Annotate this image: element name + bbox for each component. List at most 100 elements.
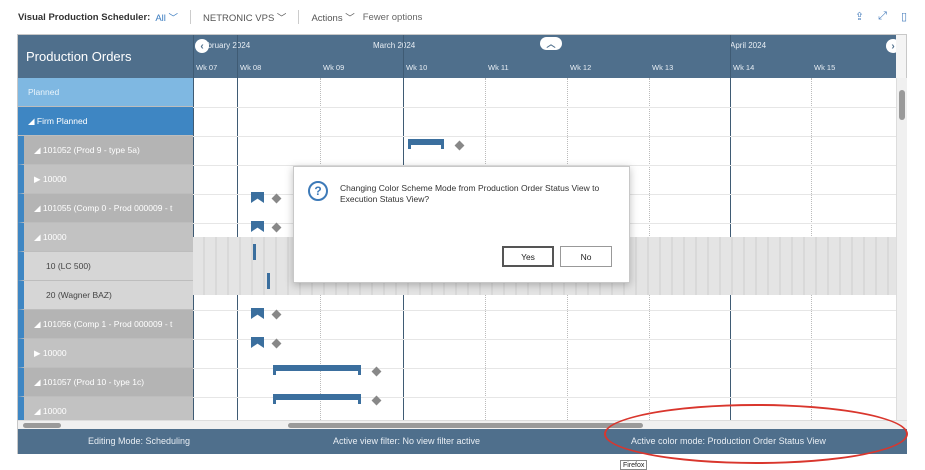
expand-icon[interactable]: ◢ (34, 203, 43, 214)
divider (190, 10, 192, 24)
fewer-options-link[interactable]: Fewer options (363, 12, 423, 23)
view-filter-value: All (155, 13, 166, 24)
list-item[interactable]: ◢ 101056 (Comp 1 - Prod 000009 - t (18, 310, 193, 339)
scroll-right-icon[interactable]: › (886, 39, 896, 53)
no-button[interactable]: No (560, 246, 612, 267)
order-flag[interactable] (251, 221, 264, 232)
dialog-message: Changing Color Scheme Mode from Producti… (340, 183, 600, 204)
end-marker (271, 309, 282, 320)
grid-divider (730, 35, 731, 420)
row-line (193, 136, 896, 137)
scroll-thumb[interactable] (899, 90, 905, 120)
week-label: Wk 13 (652, 63, 674, 72)
actions-menu[interactable]: Actions ﹀ (311, 10, 354, 24)
grid-divider (193, 35, 194, 420)
row-label: 101057 (Prod 10 - type 1c) (42, 377, 145, 387)
production-orders-header: Production Orders (18, 35, 193, 78)
expand-icon[interactable]: ◢ (28, 116, 37, 127)
row-label: 10000 (42, 406, 67, 416)
view-filter-dropdown[interactable]: All ﹀ (155, 10, 178, 24)
month-label: ebruary 2024 (203, 41, 251, 50)
scroll-left-icon[interactable]: ‹ (195, 39, 209, 53)
list-item[interactable]: 10 (LC 500) (18, 252, 193, 281)
row-label: 101056 (Comp 1 - Prod 000009 - t (42, 319, 173, 329)
bookmark-icon[interactable]: ▯ (901, 10, 907, 23)
editing-mode-status: Editing Mode: Scheduling (88, 436, 191, 446)
timeline-header: ebruary 2024 March 2024 April 2024 Wk 07… (193, 35, 896, 78)
row-label: 20 (Wagner BAZ) (46, 290, 112, 300)
confirm-dialog: ? Changing Color Scheme Mode from Produc… (293, 166, 630, 283)
scroll-thumb[interactable] (288, 423, 643, 428)
operation-bar[interactable] (267, 273, 270, 289)
expand-icon[interactable]: ◢ (34, 319, 43, 330)
question-icon: ? (308, 181, 328, 201)
end-marker (271, 222, 282, 233)
netronic-menu-label: NETRONIC VPS (203, 13, 275, 24)
list-item[interactable]: ◢ 101057 (Prod 10 - type 1c) (18, 368, 193, 397)
view-filter-status: Active view filter: No view filter activ… (333, 436, 481, 446)
toolbar-icons: ⇪ ⤢ ▯ (855, 10, 907, 23)
row-label: 101052 (Prod 9 - type 5a) (42, 145, 140, 155)
row-label: 10000 (42, 348, 67, 358)
expand-icon[interactable]: ◢ (34, 377, 43, 388)
collapse-header-icon[interactable]: ︿ (540, 37, 562, 50)
week-label: Wk 07 (196, 63, 218, 72)
end-marker (271, 338, 282, 349)
row-label: 10 (LC 500) (46, 261, 91, 271)
row-label: 10000 (42, 232, 67, 242)
row-label: Firm Planned (36, 116, 88, 126)
month-label: March 2024 (373, 41, 416, 50)
scroll-thumb[interactable] (23, 423, 61, 428)
order-bar[interactable] (273, 394, 361, 404)
list-item[interactable]: ◢ 10000 (18, 397, 193, 420)
actions-menu-label: Actions (311, 13, 343, 24)
row-line (193, 310, 896, 311)
share-icon[interactable]: ⇪ (855, 10, 864, 23)
order-bar[interactable] (408, 139, 444, 149)
order-flag[interactable] (251, 308, 264, 319)
list-item[interactable]: ▶ 10000 (18, 165, 193, 194)
list-item[interactable]: ◢ 10000 (18, 223, 193, 252)
end-marker (271, 193, 282, 204)
week-label: Wk 12 (570, 63, 592, 72)
order-bar[interactable] (273, 365, 361, 375)
row-label: 10000 (42, 174, 67, 184)
expand-icon[interactable]: ◢ (34, 232, 43, 243)
list-item[interactable]: 20 (Wagner BAZ) (18, 281, 193, 310)
week-label: Wk 15 (814, 63, 836, 72)
expand-icon[interactable]: ◢ (34, 406, 43, 417)
list-item[interactable]: ◢ 101052 (Prod 9 - type 5a) (18, 136, 193, 165)
row-label: Planned (28, 87, 60, 97)
week-label: Wk 11 (488, 63, 509, 72)
row-label: 101055 (Comp 0 - Prod 000009 - t (42, 203, 173, 213)
tooltip: Firefox (620, 460, 648, 470)
order-flag[interactable] (251, 337, 264, 348)
page-title: Visual Production Scheduler: (18, 11, 151, 23)
collapse-icon[interactable]: ▶ (34, 174, 43, 185)
order-flag[interactable] (251, 192, 264, 203)
production-orders-panel: Production Orders Planned ◢ Firm Planned… (18, 35, 193, 420)
month-label: April 2024 (730, 41, 767, 50)
yes-button[interactable]: Yes (502, 246, 554, 267)
week-label: Wk 14 (733, 63, 755, 72)
week-label: Wk 08 (240, 63, 262, 72)
end-marker (454, 140, 465, 151)
list-item[interactable]: ◢ 101055 (Comp 0 - Prod 000009 - t (18, 194, 193, 223)
expand-icon[interactable]: ⤢ (878, 10, 887, 23)
grid-divider (237, 35, 238, 420)
divider (298, 10, 300, 24)
operation-bar[interactable] (253, 244, 256, 260)
highlight-annotation (604, 404, 908, 464)
vertical-scrollbar[interactable] (896, 78, 907, 420)
week-label: Wk 09 (323, 63, 345, 72)
week-label: Wk 10 (406, 63, 428, 72)
row-line (193, 107, 896, 108)
row-line (193, 339, 896, 340)
collapse-icon[interactable]: ▶ (34, 348, 43, 359)
list-item[interactable]: Planned (18, 78, 193, 107)
list-item[interactable]: ◢ Firm Planned (18, 107, 193, 136)
list-item[interactable]: ▶ 10000 (18, 339, 193, 368)
netronic-menu[interactable]: NETRONIC VPS ﹀ (203, 10, 286, 24)
expand-icon[interactable]: ◢ (34, 145, 43, 156)
top-toolbar: Visual Production Scheduler: All ﹀ NETRO… (0, 0, 925, 34)
